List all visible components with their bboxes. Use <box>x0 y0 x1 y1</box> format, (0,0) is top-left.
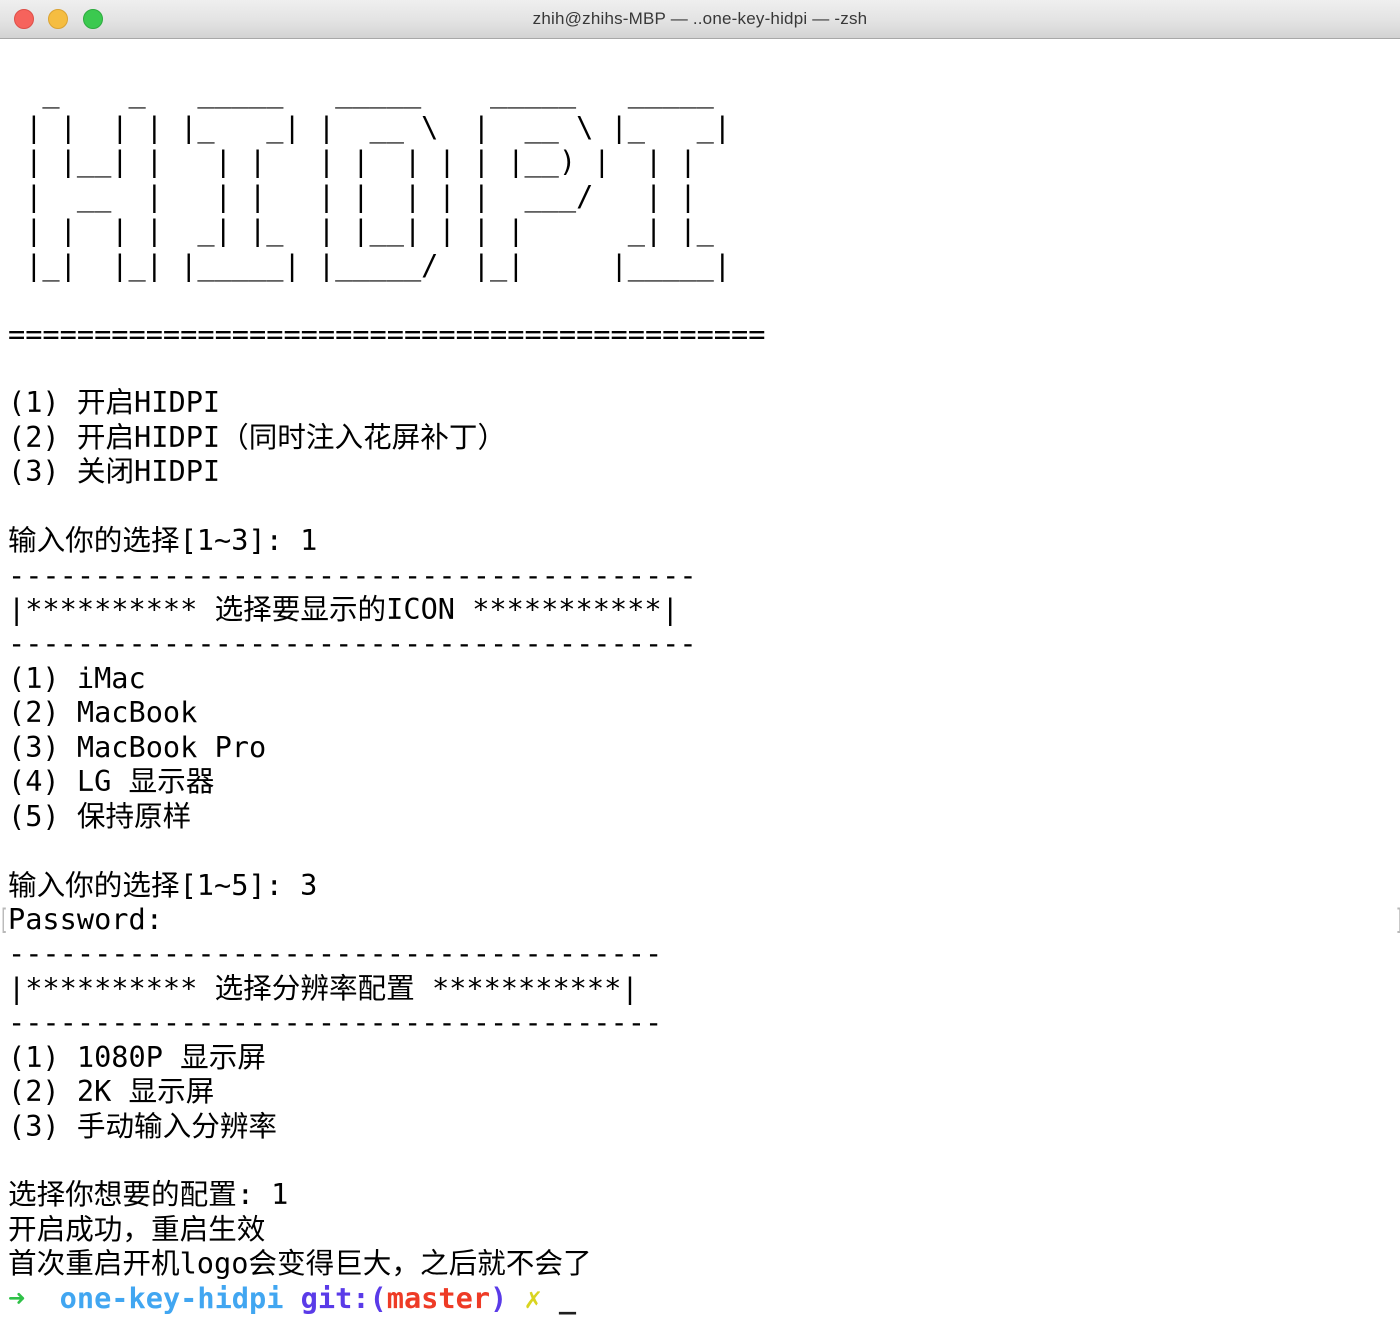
terminal-text <box>283 1281 300 1315</box>
minimize-button[interactable] <box>48 9 68 29</box>
terminal-line <box>8 489 1400 523</box>
terminal-line: ---------------------------------------- <box>8 558 1400 592</box>
terminal-text: 选择你想要的配置: 1 <box>8 1177 288 1211</box>
terminal-line: (2) 开启HIDPI（同时注入花屏补丁） <box>8 420 1400 454</box>
terminal-text: -------------------------------------- <box>8 936 662 970</box>
terminal-line: (5) 保持原样 <box>8 799 1400 833</box>
terminal-line: 输入你的选择[1~3]: 1 <box>8 523 1400 557</box>
terminal-line: (2) MacBook <box>8 695 1400 729</box>
terminal-text: (2) MacBook <box>8 695 197 729</box>
prompt-directory: one-key-hidpi <box>60 1281 284 1315</box>
terminal-line: ========================================… <box>8 317 1400 351</box>
terminal-line <box>8 833 1400 867</box>
terminal-text: | __ | | | | | | | | ___/ | | <box>8 179 731 213</box>
command-mark-right: ] <box>1395 902 1400 936</box>
terminal-line: |********** 选择要显示的ICON ***********| <box>8 592 1400 626</box>
prompt-git-branch: master <box>387 1281 490 1315</box>
terminal-line: (3) 手动输入分辨率 <box>8 1109 1400 1143</box>
terminal-text: (3) 手动输入分辨率 <box>8 1109 277 1143</box>
terminal-line <box>8 41 1400 75</box>
terminal-line: ---------------------------------------- <box>8 626 1400 660</box>
terminal-line: (1) 开启HIDPI <box>8 385 1400 419</box>
terminal-line: 首次重启开机logo会变得巨大，之后就不会了 <box>8 1246 1400 1280</box>
terminal-text <box>542 1281 559 1315</box>
terminal-text: (1) iMac <box>8 661 146 695</box>
cursor: _ <box>559 1281 576 1315</box>
terminal-text: Password: <box>8 902 163 936</box>
terminal-text: (1) 1080P 显示屏 <box>8 1040 266 1074</box>
terminal-text: | |__| | | | | | | | | |__) | | | <box>8 144 731 178</box>
terminal-text: (2) 2K 显示屏 <box>8 1074 214 1108</box>
terminal-line: | __ | | | | | | | | ___/ | | <box>8 179 1400 213</box>
terminal-line: | |__| | | | | | | | | |__) | | | <box>8 144 1400 178</box>
prompt-arrow-icon: ➜ <box>8 1281 25 1315</box>
terminal-text: (3) MacBook Pro <box>8 730 266 764</box>
close-button[interactable] <box>14 9 34 29</box>
terminal-text <box>25 1281 59 1315</box>
terminal-line: (3) 关闭HIDPI <box>8 454 1400 488</box>
window-title: zhih@zhihs-MBP — ..one-key-hidpi — -zsh <box>0 0 1400 38</box>
terminal-line: (1) iMac <box>8 661 1400 695</box>
terminal-line: |********** 选择分辨率配置 ***********| <box>8 971 1400 1005</box>
terminal-line <box>8 351 1400 385</box>
terminal-line: 开启成功，重启生效 <box>8 1212 1400 1246</box>
terminal-text: ---------------------------------------- <box>8 626 697 660</box>
prompt-dirty-indicator-icon: ✗ <box>524 1281 541 1315</box>
prompt-git-suffix: ) <box>490 1281 507 1315</box>
terminal-line <box>8 282 1400 316</box>
terminal-line: (1) 1080P 显示屏 <box>8 1040 1400 1074</box>
terminal-text: 首次重启开机logo会变得巨大，之后就不会了 <box>8 1246 592 1280</box>
titlebar[interactable]: zhih@zhihs-MBP — ..one-key-hidpi — -zsh <box>0 0 1400 39</box>
prompt-line: ➜ one-key-hidpi git:(master) ✗ _ <box>8 1281 1400 1315</box>
terminal-text: (2) 开启HIDPI（同时注入花屏补丁） <box>8 420 506 454</box>
zoom-button[interactable] <box>83 9 103 29</box>
terminal-text: (3) 关闭HIDPI <box>8 454 220 488</box>
terminal-text: |********** 选择分辨率配置 ***********| <box>8 971 639 1005</box>
terminal-text: 开启成功，重启生效 <box>8 1212 265 1246</box>
terminal-line: 输入你的选择[1~5]: 3 <box>8 868 1400 902</box>
terminal-text: (5) 保持原样 <box>8 799 191 833</box>
terminal-screen[interactable]: _ _ _____ _____ _____ _____ | | | | |_ _… <box>0 39 1400 1327</box>
terminal-text: 输入你的选择[1~5]: 3 <box>8 868 317 902</box>
command-mark-left: [ <box>0 902 8 936</box>
terminal-line <box>8 1143 1400 1177</box>
terminal-text: 输入你的选择[1~3]: 1 <box>8 523 317 557</box>
terminal-text <box>507 1281 524 1315</box>
terminal-line: [Password:] <box>8 902 1400 936</box>
terminal-line: |_| |_| |_____| |_____/ |_| |_____| <box>8 248 1400 282</box>
terminal-text: (4) LG 显示器 <box>8 764 214 798</box>
terminal-text: | | | | _| |_ | |__| | | | _| |_ <box>8 213 731 247</box>
terminal-line: (4) LG 显示器 <box>8 764 1400 798</box>
terminal-text: (1) 开启HIDPI <box>8 385 220 419</box>
terminal-line: | | | | _| |_ | |__| | | | _| |_ <box>8 213 1400 247</box>
terminal-text: ---------------------------------------- <box>8 558 697 592</box>
terminal-text: |********** 选择要显示的ICON ***********| <box>8 592 679 626</box>
terminal-text: ========================================… <box>8 317 765 351</box>
terminal-text: -------------------------------------- <box>8 1005 662 1039</box>
terminal-window: zhih@zhihs-MBP — ..one-key-hidpi — -zsh … <box>0 0 1400 1327</box>
terminal-line: | | | | |_ _| | __ \ | __ \ |_ _| <box>8 110 1400 144</box>
terminal-line: _ _ _____ _____ _____ _____ <box>8 75 1400 109</box>
terminal-line: 选择你想要的配置: 1 <box>8 1177 1400 1211</box>
terminal-line: (2) 2K 显示屏 <box>8 1074 1400 1108</box>
terminal-line: -------------------------------------- <box>8 1005 1400 1039</box>
terminal-line: (3) MacBook Pro <box>8 730 1400 764</box>
terminal-text: | | | | |_ _| | __ \ | __ \ |_ _| <box>8 110 731 144</box>
terminal-line: -------------------------------------- <box>8 936 1400 970</box>
prompt-git-prefix: git:( <box>301 1281 387 1315</box>
terminal-text: |_| |_| |_____| |_____/ |_| |_____| <box>8 248 731 282</box>
terminal-text: _ _ _____ _____ _____ _____ <box>8 75 731 109</box>
